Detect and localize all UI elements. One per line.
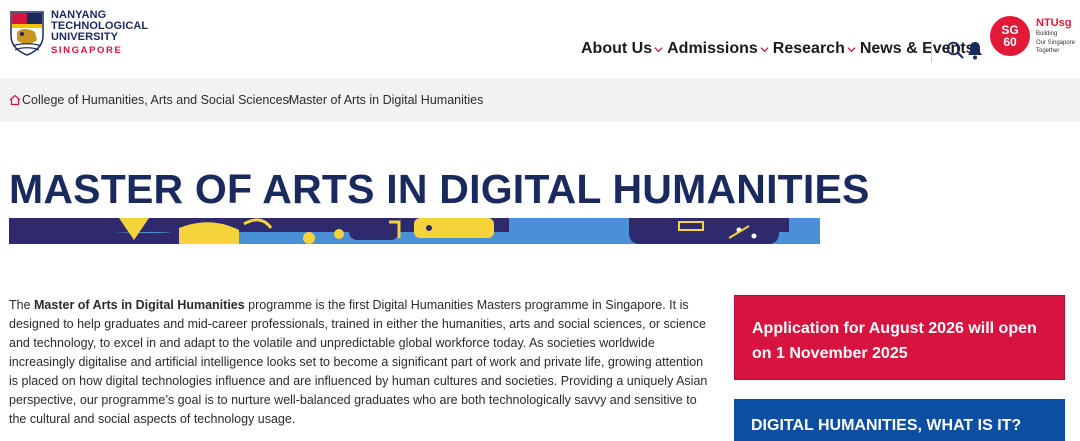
nav-item-label: About Us	[581, 40, 653, 57]
site-header: NANYANG TECHNOLOGICAL UNIVERSITY SINGAPO…	[0, 0, 1080, 78]
nav-divider	[931, 40, 932, 62]
ntu-crest-icon	[10, 11, 44, 56]
application-notice-card[interactable]: Application for August 2026 will open on…	[734, 295, 1065, 380]
nav-item-label: Admissions	[667, 40, 758, 57]
logo-line-3: UNIVERSITY	[51, 31, 119, 43]
sg60-badge-bottom: 60	[1003, 35, 1017, 49]
breadcrumb-item-current: Master of Arts in Digital Humanities	[288, 93, 484, 107]
page-title: MASTER OF ARTS IN DIGITAL HUMANITIES	[9, 166, 870, 212]
nav-item-admissions[interactable]: Admissions	[667, 40, 769, 58]
main-nav: About Us Admissions Research News & Even…	[581, 40, 979, 58]
chevron-down-icon	[654, 46, 663, 52]
chevron-down-icon	[760, 46, 769, 52]
bell-icon[interactable]	[966, 40, 984, 60]
ntusg-tagline: NTUsg Building Our Singapore Together	[1036, 17, 1075, 55]
breadcrumb-item-chass[interactable]: College of Humanities, Arts and Social S…	[22, 93, 289, 107]
chevron-down-icon	[847, 46, 856, 52]
ntusg-sub-2: Our Singapore	[1036, 39, 1076, 46]
logo-singapore: SINGAPORE	[51, 45, 123, 56]
ntu-logo[interactable]: NANYANG TECHNOLOGICAL UNIVERSITY SINGAPO…	[9, 10, 148, 56]
sg60-badge[interactable]: SG 60	[990, 16, 1030, 56]
ntusg-title: NTUsg	[1036, 17, 1072, 29]
breadcrumb: College of Humanities, Arts and Social S…	[0, 78, 1080, 122]
nav-item-label: Research	[772, 40, 845, 57]
ntusg-sub-3: Together	[1036, 48, 1060, 54]
intro-text-pre: The	[9, 298, 35, 312]
dh-what-is-it-card[interactable]: DIGITAL HUMANITIES, WHAT IS IT?	[734, 399, 1065, 441]
ntusg-sub-1: Building	[1036, 31, 1058, 37]
intro-program-name: Master of Arts in Digital Humanities	[34, 298, 245, 312]
search-icon[interactable]	[946, 41, 964, 59]
intro-text-body: programme is the first Digital Humanitie…	[9, 298, 708, 426]
nav-item-about-us[interactable]: About Us	[581, 40, 663, 58]
decorative-banner-image	[9, 218, 820, 244]
home-icon[interactable]	[9, 94, 21, 106]
logo-text: NANYANG TECHNOLOGICAL UNIVERSITY SINGAPO…	[51, 10, 148, 57]
intro-paragraph: The Master of Arts in Digital Humanities…	[9, 296, 709, 429]
nav-item-research[interactable]: Research	[773, 40, 856, 58]
